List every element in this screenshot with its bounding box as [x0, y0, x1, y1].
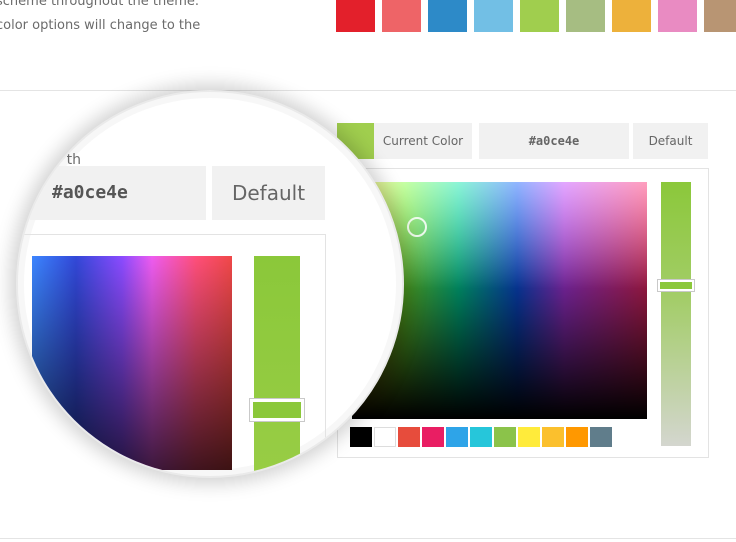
- lightness-slider-handle[interactable]: [658, 280, 694, 291]
- magnified-slider-handle: [250, 399, 304, 421]
- description-line-1: scheme throughout the theme.: [0, 0, 200, 9]
- palette-swatch-sage[interactable]: [566, 0, 605, 32]
- hex-value-field[interactable]: #a0ce4e: [479, 123, 629, 159]
- palette-swatch-tan[interactable]: [704, 0, 736, 32]
- palette-swatch-pink[interactable]: [658, 0, 697, 32]
- color-palette: [336, 0, 736, 32]
- palette-swatch-light-blue[interactable]: [474, 0, 513, 32]
- preset-swatch-yellow[interactable]: [518, 427, 540, 447]
- magnifier-lens: ght color th #a0ce4e Default: [16, 90, 404, 478]
- color-picker-cursor[interactable]: [407, 217, 427, 237]
- palette-swatch-orange[interactable]: [612, 0, 651, 32]
- preset-swatch-green[interactable]: [494, 427, 516, 447]
- magnified-saturation-area: [32, 256, 232, 470]
- palette-swatch-blue[interactable]: [428, 0, 467, 32]
- magnified-slider-track: [254, 256, 300, 476]
- magnified-hex-field: #a0ce4e: [30, 166, 206, 220]
- preset-swatch-blue[interactable]: [446, 427, 468, 447]
- palette-swatch-red[interactable]: [336, 0, 375, 32]
- preset-swatch-pink[interactable]: [422, 427, 444, 447]
- preset-swatch-amber[interactable]: [542, 427, 564, 447]
- palette-swatch-light-red[interactable]: [382, 0, 421, 32]
- description-line-2: color options will change to the: [0, 18, 201, 33]
- preset-swatch-slate[interactable]: [590, 427, 612, 447]
- preset-swatch-orange[interactable]: [566, 427, 588, 447]
- preset-swatch-cyan[interactable]: [470, 427, 492, 447]
- default-button[interactable]: Default: [633, 123, 708, 159]
- lightness-slider-track[interactable]: [661, 182, 691, 446]
- palette-swatch-green[interactable]: [520, 0, 559, 32]
- magnified-default-button: Default: [212, 166, 325, 220]
- divider-top: [0, 90, 736, 91]
- divider-bottom: [0, 538, 736, 539]
